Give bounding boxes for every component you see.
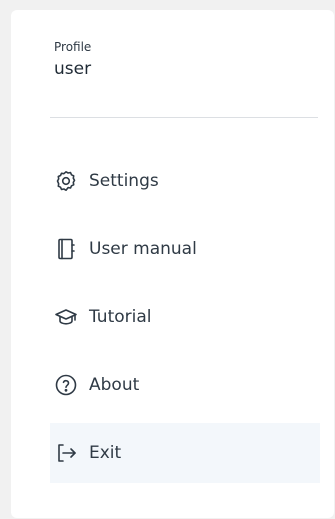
- user-menu-panel: Profile user Settings User manual Tutori…: [11, 10, 334, 518]
- profile-username: user: [54, 59, 92, 79]
- menu-item-label: About: [89, 375, 140, 395]
- menu-item-tutorial[interactable]: Tutorial: [50, 287, 320, 347]
- book-icon: [54, 237, 78, 261]
- menu-item-settings[interactable]: Settings: [50, 151, 320, 211]
- menu-item-label: Settings: [89, 171, 159, 191]
- profile-section: Profile user: [54, 40, 91, 80]
- question-circle-icon: [54, 373, 78, 397]
- profile-label: Profile: [54, 40, 92, 54]
- gear-icon: [54, 169, 78, 193]
- menu-item-label: User manual: [89, 239, 197, 259]
- menu-item-about[interactable]: About: [50, 355, 320, 415]
- menu-item-label: Tutorial: [89, 307, 152, 327]
- divider: [50, 117, 318, 118]
- menu-list: Settings User manual Tutorial About Exit: [50, 151, 320, 491]
- exit-icon: [54, 441, 78, 465]
- menu-item-label: Exit: [89, 443, 122, 463]
- menu-item-exit[interactable]: Exit: [50, 423, 320, 483]
- graduation-cap-icon: [54, 305, 78, 329]
- menu-item-user-manual[interactable]: User manual: [50, 219, 320, 279]
